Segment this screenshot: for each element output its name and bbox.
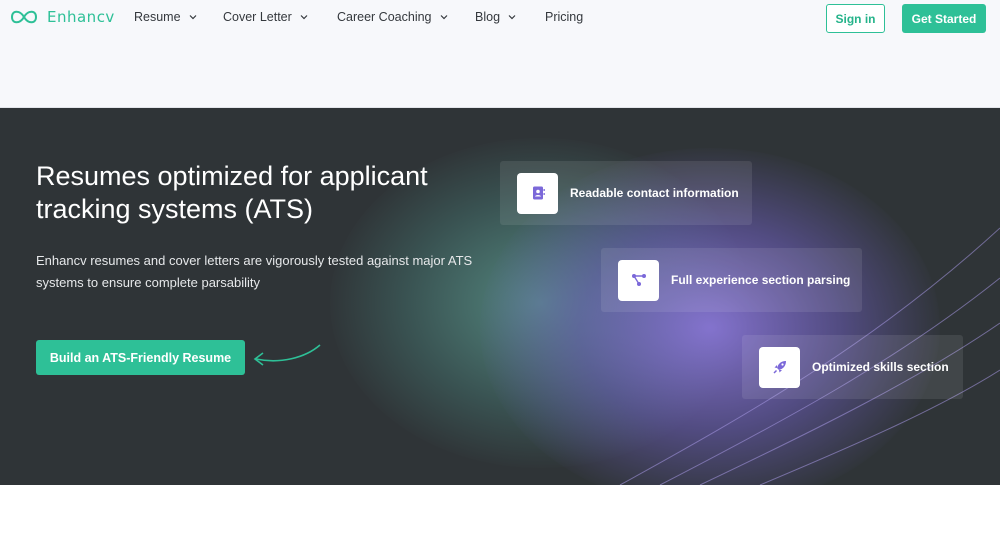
nav-item-pricing[interactable]: Pricing xyxy=(545,10,583,24)
nav-item-blog[interactable]: Blog xyxy=(475,10,516,24)
nav-item-cover-letter[interactable]: Cover Letter xyxy=(223,10,308,24)
feature-card-skills: Optimized skills section xyxy=(742,335,963,399)
nav-item-career-coaching[interactable]: Career Coaching xyxy=(337,10,448,24)
rocket-icon xyxy=(772,361,786,374)
feature-card-contact: Readable contact information xyxy=(500,161,752,225)
top-navbar: Enhancv Resume Cover Letter Career Coach… xyxy=(0,0,1000,36)
enhancv-logo[interactable]: Enhancv xyxy=(8,7,115,27)
contact-card-icon xyxy=(532,186,545,200)
feature-icon-box xyxy=(517,172,558,214)
nav-item-label: Blog xyxy=(475,10,501,24)
build-ats-resume-button[interactable]: Build an ATS-Friendly Resume xyxy=(36,340,245,375)
nav-item-label: Resume xyxy=(134,10,181,24)
arrow-left-icon xyxy=(253,344,321,366)
ats-hero-section: Resumes optimized for applicant tracking… xyxy=(0,108,1000,485)
nav-item-label: Pricing xyxy=(545,10,584,24)
feature-label: Readable contact information xyxy=(570,186,739,200)
chevron-down-icon xyxy=(189,15,196,20)
chevron-down-icon xyxy=(508,15,516,20)
chevron-down-icon xyxy=(440,15,447,20)
chevron-down-icon xyxy=(300,15,308,20)
feature-label: Optimized skills section xyxy=(812,360,949,374)
logo-text: Enhancv xyxy=(47,8,115,26)
hero-description: Enhancv resumes and cover letters are vi… xyxy=(36,253,473,290)
sign-in-button[interactable]: Sign in xyxy=(826,4,885,33)
hero-title: Resumes optimized for applicant tracking… xyxy=(36,161,428,224)
header-band xyxy=(0,36,1000,108)
feature-icon-box xyxy=(618,259,659,301)
nav-item-label: Cover Letter xyxy=(223,10,292,24)
feature-card-experience: Full experience section parsing xyxy=(601,248,862,312)
feature-icon-box xyxy=(759,346,800,388)
nodes-icon xyxy=(631,274,646,286)
get-started-button[interactable]: Get Started xyxy=(902,4,986,33)
feature-label: Full experience section parsing xyxy=(671,273,851,287)
infinity-logo-icon xyxy=(10,10,38,24)
nav-item-resume[interactable]: Resume xyxy=(134,10,197,24)
nav-item-label: Career Coaching xyxy=(337,10,432,24)
